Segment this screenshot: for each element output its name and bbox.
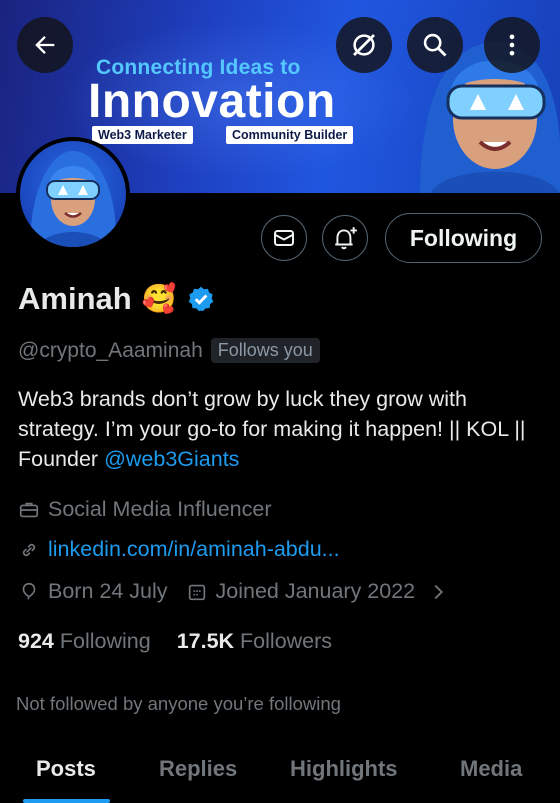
avatar[interactable] — [16, 137, 130, 251]
followers-stat-label: Followers — [240, 629, 333, 653]
grok-button[interactable] — [336, 17, 392, 73]
following-stat[interactable]: 924 Following — [18, 629, 151, 654]
avatar-illustration — [30, 151, 117, 247]
search-icon — [423, 33, 447, 57]
born-date: Born 24 July — [48, 579, 168, 603]
banner-title: Innovation — [88, 75, 336, 128]
follow-stats: 924 Following 17.5K Followers — [18, 629, 332, 654]
tab-replies[interactable]: Replies — [159, 756, 237, 782]
joined-date: Joined January 2022 — [215, 579, 416, 603]
back-button[interactable] — [17, 17, 73, 73]
followers-stat[interactable]: 17.5K Followers — [177, 629, 332, 654]
tab-highlights[interactable]: Highlights — [290, 756, 398, 782]
mutual-followers-note: Not followed by anyone you’re following — [16, 693, 341, 714]
profile-name-row: Aminah 🥰 — [18, 281, 215, 317]
mail-icon — [274, 230, 294, 246]
search-button[interactable] — [407, 17, 463, 73]
bell-plus-icon — [335, 227, 357, 250]
more-button[interactable] — [484, 17, 540, 73]
tab-media[interactable]: Media — [460, 756, 522, 782]
following-count: 924 — [18, 629, 54, 653]
calendar-icon — [188, 584, 205, 600]
bio-mention-link[interactable]: @web3Giants — [104, 447, 239, 471]
briefcase-icon — [19, 502, 39, 517]
followers-count: 17.5K — [176, 629, 235, 653]
profile-bio: Web3 brands don’t grow by luck they grow… — [18, 384, 548, 474]
banner-tag: Web3 Marketer — [92, 126, 193, 144]
banner-tag: Community Builder — [226, 126, 354, 144]
profile-job: Social Media Influencer — [18, 497, 271, 522]
bio-text: Web3 brands don’t grow by luck they grow… — [18, 387, 526, 471]
following-stat-label: Following — [59, 629, 151, 653]
profile-handle: @crypto_Aaaminah — [18, 338, 203, 362]
following-button[interactable]: Following — [385, 213, 542, 263]
smiling-face-with-hearts-emoji: 🥰 — [141, 283, 177, 314]
link-icon — [22, 543, 36, 556]
back-arrow-icon — [35, 36, 55, 54]
birthday-balloon-icon — [22, 582, 36, 600]
verified-badge-icon[interactable] — [187, 285, 215, 313]
profile-name: Aminah — [18, 281, 132, 316]
profile-dates: Born 24 July Joined January 2022 — [18, 579, 449, 604]
job-label: Social Media Influencer — [48, 497, 272, 521]
website-link[interactable]: linkedin.com/in/aminah-abdu... — [48, 537, 340, 562]
notifications-button[interactable] — [322, 215, 368, 261]
message-button[interactable] — [261, 215, 307, 261]
profile-tabs: Posts Replies Highlights Media — [0, 740, 560, 803]
more-vertical-icon — [509, 34, 515, 56]
grok-icon — [353, 34, 375, 56]
tab-posts[interactable]: Posts — [36, 756, 96, 782]
handle-row: @crypto_Aaaminah Follows you — [18, 338, 320, 363]
follows-you-badge: Follows you — [210, 338, 320, 363]
chevron-right-icon[interactable] — [427, 581, 449, 603]
active-tab-indicator — [23, 799, 110, 803]
profile-link[interactable]: linkedin.com/in/aminah-abdu... — [18, 537, 340, 562]
